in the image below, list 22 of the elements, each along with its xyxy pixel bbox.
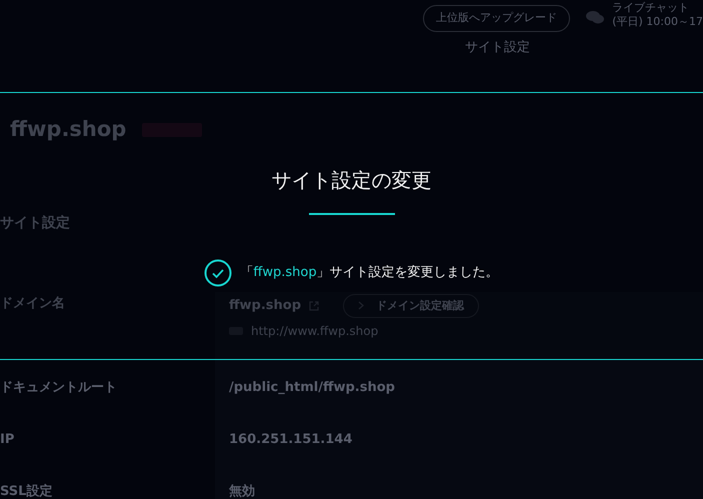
field-label: ドメイン名 xyxy=(0,294,66,312)
field-value: 160.251.151.144 xyxy=(229,430,354,448)
page-title: サイト設定 xyxy=(465,38,531,56)
chevron-icon xyxy=(358,300,364,310)
chat-icon[interactable] xyxy=(586,10,604,24)
chat-hours: (平日) 10:00～17 xyxy=(612,15,703,29)
section-title: サイト設定 xyxy=(0,214,70,232)
field-label: IP xyxy=(0,430,16,448)
domain-value: ffwp.shop xyxy=(229,297,302,315)
field-value: 無効 xyxy=(229,482,256,499)
upgrade-button[interactable]: 上位版へアップグレード xyxy=(423,5,570,32)
site-url: http://www.ffwp.shop xyxy=(251,323,378,340)
modal-title: サイト設定の変更 xyxy=(270,167,432,194)
field-value: /public_html/ffwp.shop xyxy=(229,378,396,396)
external-link-icon[interactable] xyxy=(309,300,320,311)
site-name: ffwp.shop xyxy=(10,116,126,143)
field-label: ドキュメントルート xyxy=(0,378,118,396)
domain-check-button[interactable]: ドメイン設定確認 xyxy=(343,294,480,318)
check-icon xyxy=(204,259,232,287)
success-message: 「ffwp.shop」サイト設定を変更しました。 xyxy=(240,264,499,282)
field-label: SSL設定 xyxy=(0,482,54,499)
live-chat-title: ライブチャット xyxy=(612,1,690,15)
